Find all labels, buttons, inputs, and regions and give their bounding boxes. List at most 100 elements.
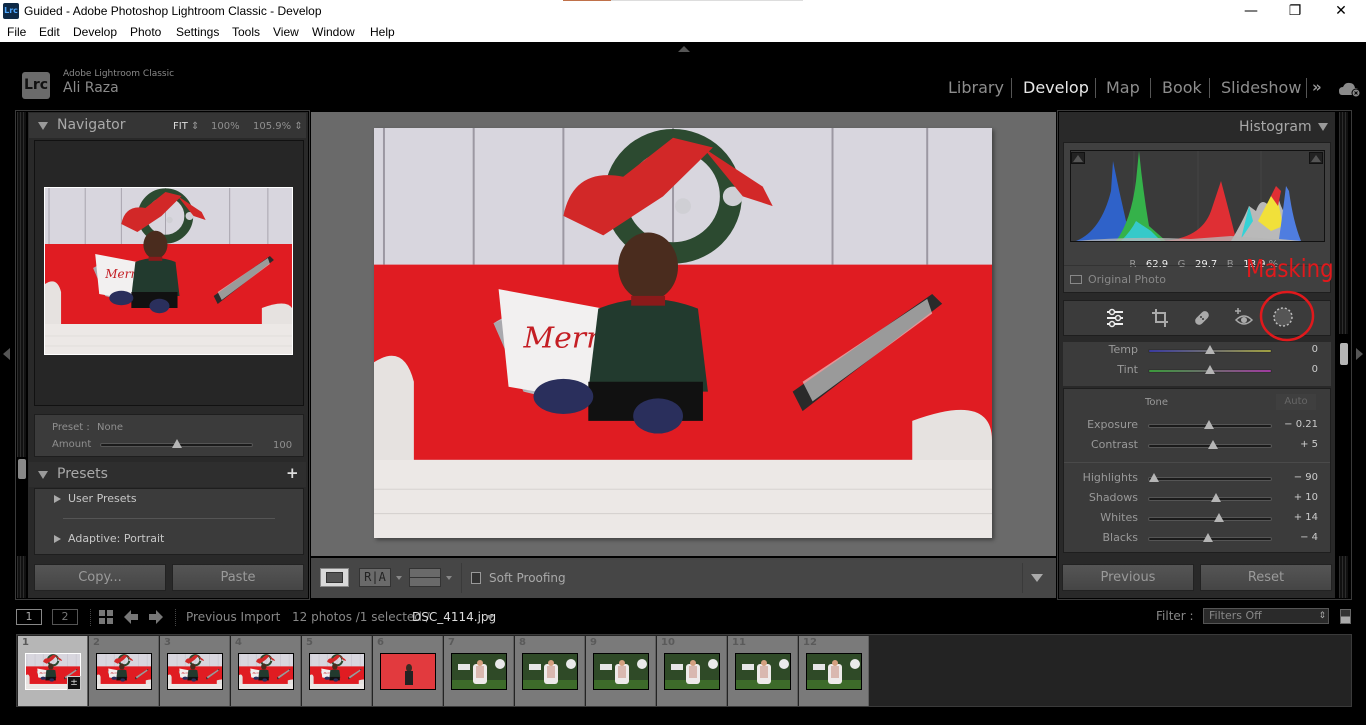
menu-edit[interactable]: Edit	[39, 25, 60, 39]
navigator-thumbnail[interactable]	[44, 187, 293, 355]
filename-dropdown-icon[interactable]	[486, 615, 494, 620]
preset-group-adaptive-portrait[interactable]: Adaptive: Portrait	[68, 532, 164, 545]
right-panel-scroll-thumb[interactable]	[1340, 343, 1348, 365]
shadow-clipping-toggle[interactable]	[1071, 152, 1085, 164]
edit-sliders-icon[interactable]	[1105, 308, 1125, 328]
menu-develop[interactable]: Develop	[73, 25, 117, 39]
filmstrip-thumbnail[interactable]	[167, 653, 223, 690]
secondary-display-button[interactable]: 2	[52, 609, 78, 625]
contrast-slider-thumb[interactable]	[1208, 440, 1219, 449]
shadows-slider[interactable]	[1148, 497, 1272, 501]
more-modules-icon[interactable]: »	[1312, 78, 1322, 96]
filter-select[interactable]: Filters Off ⇕	[1203, 608, 1329, 624]
histogram-collapse-icon[interactable]	[1318, 123, 1328, 131]
zoom-custom[interactable]: 105.9% ⇕	[253, 121, 303, 132]
filmstrip-cell[interactable]: 3	[160, 636, 230, 706]
temp-slider-thumb[interactable]	[1205, 345, 1215, 354]
original-photo-checkbox[interactable]	[1070, 275, 1082, 284]
module-develop[interactable]: Develop	[1023, 78, 1089, 97]
menu-tools[interactable]: Tools	[232, 25, 260, 39]
filmstrip-thumbnail[interactable]	[735, 653, 791, 690]
highlights-slider-thumb[interactable]	[1149, 473, 1160, 482]
filmstrip-cell[interactable]: 4	[231, 636, 301, 706]
navigator-collapse-icon[interactable]	[38, 122, 48, 130]
whites-slider-thumb[interactable]	[1213, 513, 1224, 522]
menu-settings[interactable]: Settings	[176, 25, 219, 39]
menu-window[interactable]: Window	[312, 25, 355, 39]
main-photo[interactable]: Merry	[374, 128, 992, 538]
whites-value[interactable]: + 14	[1270, 512, 1318, 523]
zoom-100[interactable]: 100%	[211, 121, 240, 132]
blacks-slider-thumb[interactable]	[1202, 533, 1213, 542]
reset-button[interactable]: Reset	[1200, 564, 1332, 591]
blacks-value[interactable]: − 4	[1270, 532, 1318, 543]
left-panel-scroll-thumb[interactable]	[18, 459, 26, 479]
filmstrip-thumbnail[interactable]	[96, 653, 152, 690]
temp-value[interactable]: 0	[1270, 344, 1318, 355]
filmstrip-thumbnail[interactable]	[664, 653, 720, 690]
collapse-top-panel-icon[interactable]	[678, 46, 690, 52]
filmstrip-thumbnail[interactable]	[522, 653, 578, 690]
previous-button[interactable]: Previous	[1062, 564, 1194, 591]
filmstrip-cell[interactable]: 8	[515, 636, 585, 706]
exposure-slider-thumb[interactable]	[1203, 420, 1214, 429]
contrast-value[interactable]: + 5	[1270, 439, 1318, 450]
before-after-split-button[interactable]	[409, 568, 441, 587]
split-dropdown-icon[interactable]	[446, 576, 452, 580]
filmstrip-cell[interactable]: 12	[799, 636, 869, 706]
filmstrip-cell[interactable]: 7	[444, 636, 514, 706]
module-map[interactable]: Map	[1106, 78, 1140, 97]
highlight-clipping-toggle[interactable]	[1309, 152, 1323, 164]
close-button[interactable]: ✕	[1318, 0, 1364, 23]
exposure-value[interactable]: − 0.21	[1270, 419, 1318, 430]
auto-tone-button[interactable]: Auto	[1276, 394, 1316, 410]
filmstrip-cell[interactable]: 5	[302, 636, 372, 706]
filmstrip-cell[interactable]: 2	[89, 636, 159, 706]
left-panel-scroll-track[interactable]	[17, 112, 26, 457]
original-photo-label[interactable]: Original Photo	[1088, 273, 1166, 286]
filmstrip-thumbnail[interactable]	[593, 653, 649, 690]
module-slideshow[interactable]: Slideshow	[1221, 78, 1301, 97]
menu-help[interactable]: Help	[370, 25, 395, 39]
filmstrip-source[interactable]: Previous Import	[186, 610, 280, 624]
back-arrow-icon[interactable]	[124, 610, 140, 624]
filmstrip-thumbnail[interactable]	[380, 653, 436, 690]
user-presets-expand-icon[interactable]	[54, 495, 61, 503]
highlights-slider[interactable]	[1148, 477, 1272, 481]
filmstrip-thumbnail[interactable]	[806, 653, 862, 690]
copy-button[interactable]: Copy...	[34, 564, 166, 591]
amount-slider-thumb[interactable]	[171, 439, 182, 448]
cloud-sync-icon[interactable]	[1338, 80, 1362, 98]
minimize-button[interactable]: —	[1228, 0, 1274, 23]
shadows-slider-thumb[interactable]	[1211, 493, 1222, 502]
filmstrip-thumbnail[interactable]	[309, 653, 365, 690]
tint-slider-thumb[interactable]	[1205, 365, 1215, 374]
whites-slider[interactable]	[1148, 517, 1272, 521]
restore-button[interactable]: ❐	[1272, 0, 1318, 23]
presets-collapse-icon[interactable]	[38, 471, 48, 479]
soft-proofing-label[interactable]: Soft Proofing	[489, 571, 566, 585]
toolbar-options-icon[interactable]	[1031, 574, 1043, 582]
red-eye-icon[interactable]	[1233, 306, 1255, 328]
histogram-graph[interactable]	[1070, 150, 1325, 242]
collapse-right-panel-icon[interactable]	[1356, 348, 1363, 360]
current-filename[interactable]: DSC_4114.jpg	[412, 610, 496, 624]
filmstrip-cell[interactable]: 9	[586, 636, 656, 706]
adaptive-portrait-expand-icon[interactable]	[54, 535, 61, 543]
collapse-left-panel-icon[interactable]	[3, 348, 10, 360]
before-after-dropdown-icon[interactable]	[396, 576, 402, 580]
filmstrip-cell[interactable]: 10	[657, 636, 727, 706]
filmstrip-cell[interactable]: 6	[373, 636, 443, 706]
module-book[interactable]: Book	[1162, 78, 1202, 97]
menu-file[interactable]: File	[7, 25, 26, 39]
forward-arrow-icon[interactable]	[149, 610, 165, 624]
add-preset-icon[interactable]: +	[286, 464, 299, 482]
grid-view-icon[interactable]	[99, 610, 115, 624]
filmstrip-thumbnail[interactable]	[451, 653, 507, 690]
tint-value[interactable]: 0	[1270, 364, 1318, 375]
before-after-button[interactable]: R|A	[359, 568, 391, 587]
healing-icon[interactable]	[1192, 308, 1212, 328]
filmstrip-cell[interactable]: 1 ±	[18, 636, 88, 706]
zoom-fit[interactable]: FIT ⇕	[173, 121, 199, 132]
paste-button[interactable]: Paste	[172, 564, 304, 591]
